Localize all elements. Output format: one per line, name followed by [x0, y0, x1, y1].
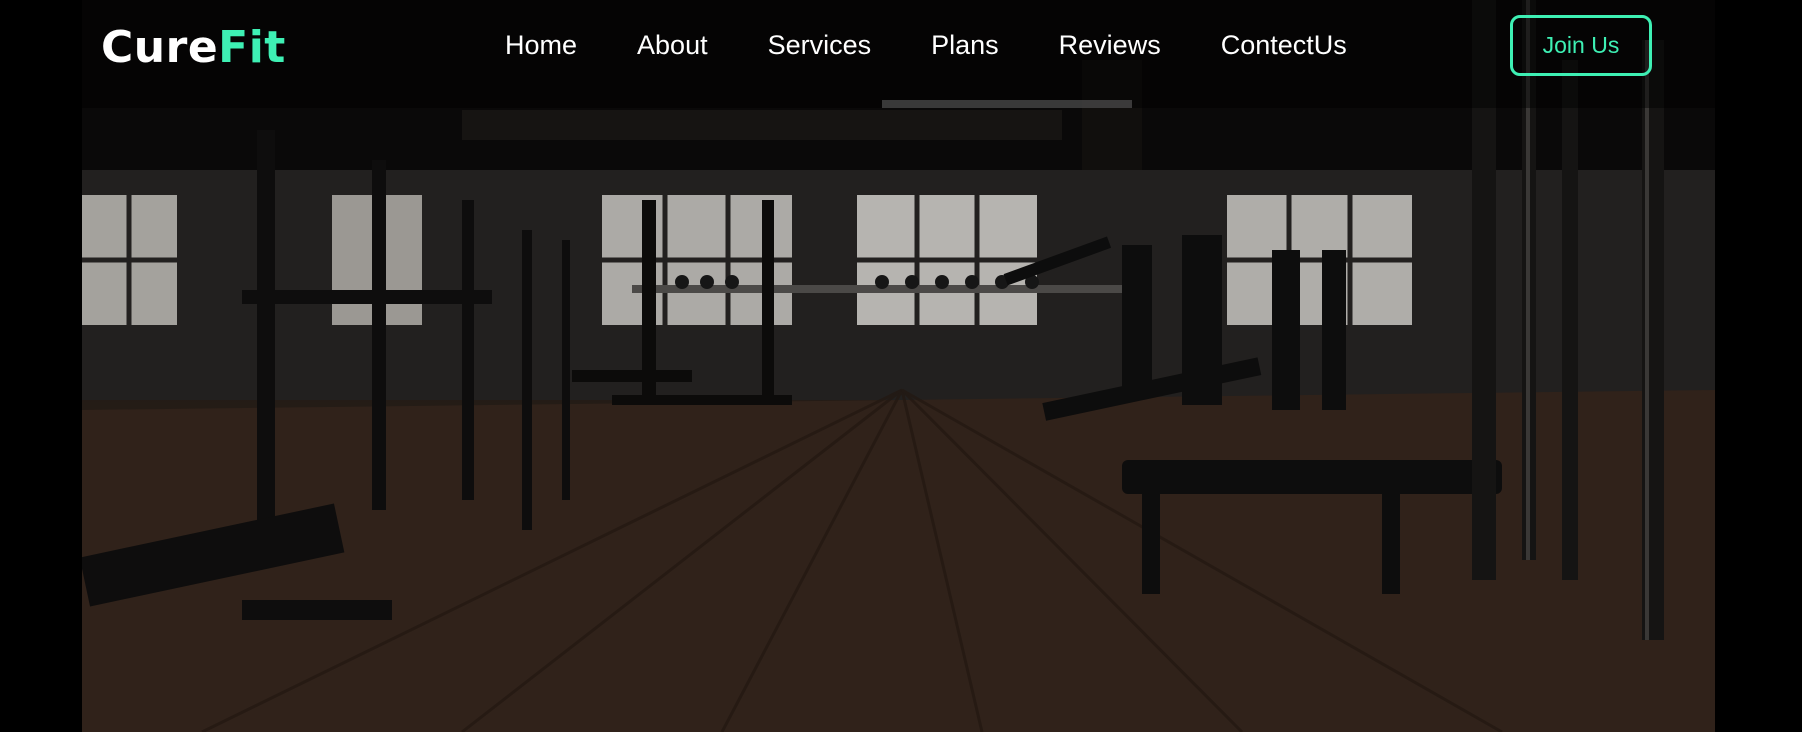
- nav-link-contact[interactable]: ContectUs: [1221, 30, 1347, 61]
- nav-link-about[interactable]: About: [637, 30, 708, 61]
- brand-logo[interactable]: CureFit: [101, 22, 286, 73]
- join-us-button[interactable]: Join Us: [1510, 15, 1652, 76]
- nav-link-home[interactable]: Home: [505, 30, 577, 61]
- brand-logo-part2: Fit: [218, 22, 286, 73]
- brand-logo-part1: Cure: [101, 22, 219, 73]
- gym-illustration: [82, 0, 1715, 732]
- nav-link-plans[interactable]: Plans: [931, 30, 999, 61]
- nav-link-reviews[interactable]: Reviews: [1059, 30, 1161, 61]
- navbar: CureFit Home About Services Plans Review…: [0, 0, 1802, 108]
- hero-gym-image: [82, 0, 1715, 732]
- nav-links: Home About Services Plans Reviews Contec…: [505, 30, 1407, 61]
- nav-link-services[interactable]: Services: [768, 30, 872, 61]
